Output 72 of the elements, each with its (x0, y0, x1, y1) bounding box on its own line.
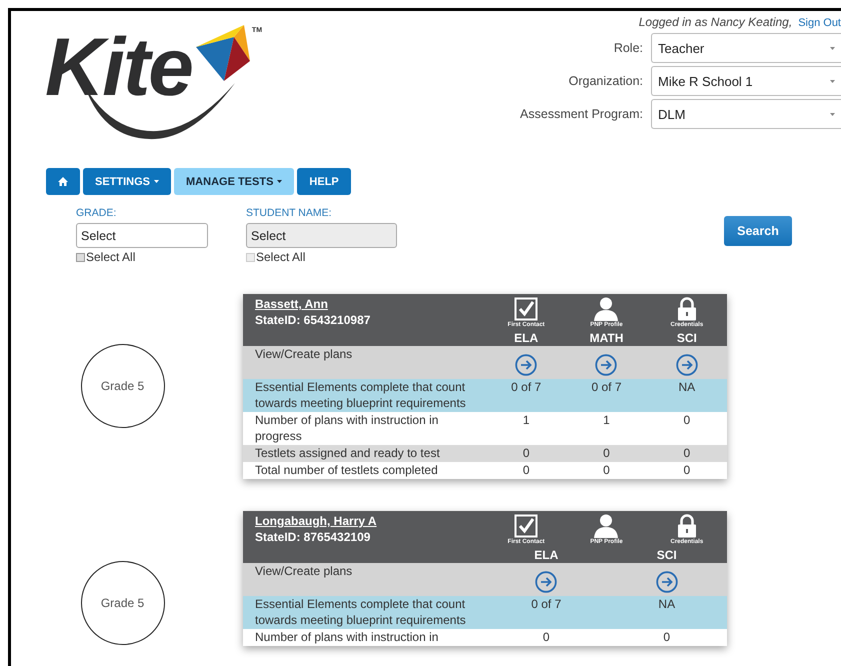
value-cell-text: 0 of 7 (590, 379, 622, 396)
arrow-right-circle-icon[interactable] (595, 354, 618, 376)
value-cell-text: 0 (602, 462, 611, 478)
arrow-right-circle-icon[interactable] (656, 571, 678, 593)
sign-out-link[interactable]: Sign Out (798, 17, 841, 29)
filter-label: STUDENT NAME: (246, 207, 333, 219)
arrow-right-circle-icon[interactable] (676, 354, 698, 376)
field-label: Organization: (568, 74, 643, 88)
subject-header: SCI (656, 548, 678, 562)
caret-icon (830, 112, 835, 116)
checkbox-label: Select All (256, 250, 306, 264)
select-field[interactable]: Select (76, 223, 208, 248)
caret-icon (277, 180, 282, 183)
menu-button[interactable]: MANAGE TESTS (174, 168, 294, 195)
arrow-right-circle-icon[interactable] (535, 571, 558, 593)
caret-icon (830, 46, 835, 50)
subject-header: MATH (588, 331, 624, 345)
state-id: StateID: 8765432109 (255, 530, 372, 544)
subject-header: ELA (513, 331, 540, 345)
subject-header: ELA (533, 548, 560, 562)
home-icon (58, 177, 68, 186)
value-cell-text: 0 (662, 629, 672, 645)
select-field[interactable]: Teacher (651, 33, 841, 63)
value-cell-text: 0 (602, 445, 611, 461)
menu-button[interactable]: SETTINGS (83, 168, 172, 195)
field-label: Assessment Program: (520, 107, 643, 121)
search-button[interactable]: Search (724, 216, 792, 246)
value-cell-text: 0 of 7 (530, 596, 562, 613)
select-field[interactable]: Mike R School 1 (651, 66, 841, 96)
value-cell-text: 0 of 7 (510, 379, 542, 396)
row-label: Total number of testlets completed (255, 462, 439, 478)
grade-badge: Grade 5 (80, 344, 164, 428)
value-cell-text: 0 (522, 445, 530, 461)
select-field[interactable]: DLM (651, 99, 841, 129)
filter-label: GRADE: (76, 207, 118, 219)
home-button[interactable] (46, 168, 80, 195)
caret-icon (830, 80, 835, 82)
field-label: Role: (614, 41, 643, 55)
checkbox[interactable] (76, 252, 85, 262)
student-name-link[interactable]: Bassett, Ann (255, 297, 328, 311)
grade-badge: Grade 5 (80, 561, 164, 645)
value-cell-text: 0 (682, 445, 692, 461)
checkbox-label: Select All (86, 250, 136, 264)
logo-text: Kite (45, 27, 192, 109)
row-label: View/Create plans (255, 346, 354, 363)
lock-icon (676, 297, 697, 321)
lock-icon (676, 514, 697, 538)
row-label: Number of plans with instruction in (255, 629, 440, 645)
value-cell-text: 0 (682, 412, 692, 429)
value-cell-text: 0 (522, 462, 530, 478)
row-label: Number of plans with instruction in progress (255, 412, 440, 444)
row-label: Essential Elements complete that count towards meeting blueprint requirements (255, 596, 467, 628)
logged-in-text: Logged in as Nancy Keating, (638, 15, 792, 29)
value-cell-text: 1 (602, 412, 611, 429)
value-cell-text: 1 (522, 412, 530, 429)
person-icon (593, 297, 620, 321)
checkbox-icon (514, 514, 538, 538)
value-cell-text: NA (677, 379, 696, 396)
arrow-right-circle-icon[interactable] (515, 354, 538, 376)
caret-icon (154, 180, 160, 183)
row-label: Essential Elements complete that count towards meeting blueprint requirements (255, 379, 467, 411)
state-id: StateID: 6543210987 (255, 313, 372, 327)
value-cell-text: NA (657, 596, 676, 613)
student-name-link[interactable]: Longabaugh, Harry A (255, 514, 377, 528)
row-label: View/Create plans (255, 563, 354, 580)
row-label: Testlets assigned and ready to test (255, 445, 441, 461)
help-button[interactable]: HELP (297, 168, 351, 195)
person-icon (593, 514, 620, 538)
subject-header: SCI (676, 331, 698, 345)
value-cell-text: 0 (542, 629, 551, 645)
checkbox-icon (514, 297, 538, 321)
value-cell-text: 0 (682, 462, 692, 478)
